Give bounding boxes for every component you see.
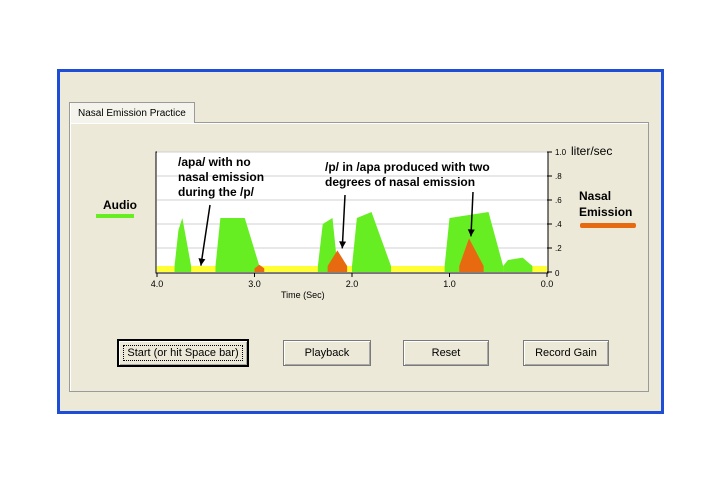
annotation-line: nasal emission — [178, 170, 265, 184]
y-tick-label: 1.0 — [555, 148, 567, 157]
nasal-legend-label-1: Nasal — [579, 189, 612, 203]
reset-button[interactable]: Reset — [403, 340, 489, 366]
tab-nasal-emission-practice[interactable]: Nasal Emission Practice — [69, 102, 195, 123]
playback-button[interactable]: Playback — [283, 340, 371, 366]
y-tick-label: .8 — [555, 172, 562, 181]
y-axis: 0 .2 .4 .6 .8 1.0 — [547, 148, 567, 278]
x-axis: 4.0 3.0 2.0 1.0 0.0 — [151, 273, 554, 289]
x-tick-label: 1.0 — [443, 279, 456, 289]
y-tick-label: .4 — [555, 220, 562, 229]
audio-legend-label: Audio — [103, 198, 137, 212]
start-button-label: Start (or hit Space bar) — [123, 345, 243, 361]
nasal-legend-label-2: Emission — [579, 205, 633, 219]
record-gain-button[interactable]: Record Gain — [523, 340, 609, 366]
annotation-line: during the /p/ — [178, 185, 254, 199]
y-tick-label: 0 — [555, 269, 560, 278]
x-tick-label: 2.0 — [346, 279, 359, 289]
annotation-line: /p/ in /apa produced with two — [325, 160, 490, 174]
audio-legend-swatch — [96, 214, 134, 218]
x-axis-title: Time (Sec) — [281, 290, 325, 300]
y-unit-label: liter/sec — [571, 144, 613, 158]
annotation-with-emission: /p/ in /apa produced with two degrees of… — [325, 160, 490, 190]
y-tick-label: .2 — [555, 244, 562, 253]
x-tick-label: 0.0 — [541, 279, 554, 289]
nasal-emission-chart: 0 .2 .4 .6 .8 1.0 4.0 3.0 2.0 1.0 0.0 — [96, 148, 636, 289]
x-tick-label: 4.0 — [151, 279, 164, 289]
annotation-line: /apa/ with no — [178, 155, 251, 169]
x-tick-label: 3.0 — [248, 279, 261, 289]
annotation-line: degrees of nasal emission — [325, 175, 476, 189]
y-tick-label: .6 — [555, 196, 562, 205]
start-button[interactable]: Start (or hit Space bar) — [118, 340, 248, 366]
nasal-legend-swatch — [580, 223, 636, 228]
annotation-no-emission: /apa/ with no nasal emission during the … — [178, 155, 264, 200]
